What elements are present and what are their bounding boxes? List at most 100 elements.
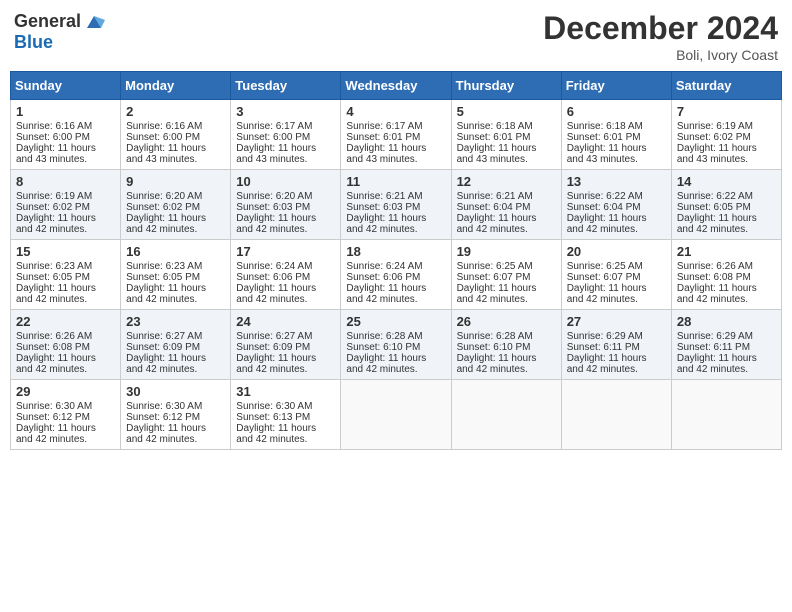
calendar-cell: 16Sunrise: 6:23 AMSunset: 6:05 PMDayligh… — [121, 240, 231, 310]
sunrise-text: Sunrise: 6:21 AM — [457, 191, 533, 202]
sunset-text: Sunset: 6:12 PM — [16, 412, 90, 423]
weekday-header: Saturday — [671, 72, 781, 100]
month-title: December 2024 — [543, 10, 778, 47]
calendar-cell: 27Sunrise: 6:29 AMSunset: 6:11 PMDayligh… — [561, 310, 671, 380]
calendar-cell: 10Sunrise: 6:20 AMSunset: 6:03 PMDayligh… — [231, 170, 341, 240]
daylight-text: Daylight: 11 hours and 42 minutes. — [346, 353, 426, 375]
daylight-text: Daylight: 11 hours and 42 minutes. — [677, 353, 757, 375]
day-number: 29 — [16, 384, 115, 399]
calendar-cell: 24Sunrise: 6:27 AMSunset: 6:09 PMDayligh… — [231, 310, 341, 380]
sunset-text: Sunset: 6:03 PM — [236, 202, 310, 213]
sunrise-text: Sunrise: 6:17 AM — [346, 121, 422, 132]
calendar-cell: 4Sunrise: 6:17 AMSunset: 6:01 PMDaylight… — [341, 100, 451, 170]
calendar-cell: 29Sunrise: 6:30 AMSunset: 6:12 PMDayligh… — [11, 380, 121, 450]
daylight-text: Daylight: 11 hours and 42 minutes. — [457, 353, 537, 375]
sunset-text: Sunset: 6:05 PM — [126, 272, 200, 283]
sunset-text: Sunset: 6:00 PM — [236, 132, 310, 143]
sunset-text: Sunset: 6:03 PM — [346, 202, 420, 213]
calendar-cell: 9Sunrise: 6:20 AMSunset: 6:02 PMDaylight… — [121, 170, 231, 240]
daylight-text: Daylight: 11 hours and 42 minutes. — [16, 423, 96, 445]
day-number: 13 — [567, 174, 666, 189]
day-number: 18 — [346, 244, 445, 259]
sunset-text: Sunset: 6:00 PM — [126, 132, 200, 143]
sunrise-text: Sunrise: 6:25 AM — [457, 261, 533, 272]
day-number: 30 — [126, 384, 225, 399]
calendar-cell: 3Sunrise: 6:17 AMSunset: 6:00 PMDaylight… — [231, 100, 341, 170]
day-number: 1 — [16, 104, 115, 119]
sunset-text: Sunset: 6:08 PM — [16, 342, 90, 353]
calendar-cell: 12Sunrise: 6:21 AMSunset: 6:04 PMDayligh… — [451, 170, 561, 240]
sunset-text: Sunset: 6:08 PM — [677, 272, 751, 283]
calendar-week-row: 15Sunrise: 6:23 AMSunset: 6:05 PMDayligh… — [11, 240, 782, 310]
day-number: 26 — [457, 314, 556, 329]
sunrise-text: Sunrise: 6:27 AM — [236, 331, 312, 342]
daylight-text: Daylight: 11 hours and 43 minutes. — [457, 143, 537, 165]
daylight-text: Daylight: 11 hours and 42 minutes. — [16, 283, 96, 305]
sunset-text: Sunset: 6:04 PM — [457, 202, 531, 213]
daylight-text: Daylight: 11 hours and 42 minutes. — [236, 213, 316, 235]
sunset-text: Sunset: 6:04 PM — [567, 202, 641, 213]
day-number: 8 — [16, 174, 115, 189]
sunrise-text: Sunrise: 6:29 AM — [567, 331, 643, 342]
sunrise-text: Sunrise: 6:30 AM — [126, 401, 202, 412]
sunset-text: Sunset: 6:02 PM — [126, 202, 200, 213]
calendar-cell: 18Sunrise: 6:24 AMSunset: 6:06 PMDayligh… — [341, 240, 451, 310]
daylight-text: Daylight: 11 hours and 42 minutes. — [16, 353, 96, 375]
daylight-text: Daylight: 11 hours and 42 minutes. — [677, 213, 757, 235]
calendar-cell: 21Sunrise: 6:26 AMSunset: 6:08 PMDayligh… — [671, 240, 781, 310]
calendar-cell — [451, 380, 561, 450]
weekday-header: Thursday — [451, 72, 561, 100]
calendar-cell: 19Sunrise: 6:25 AMSunset: 6:07 PMDayligh… — [451, 240, 561, 310]
calendar-cell: 20Sunrise: 6:25 AMSunset: 6:07 PMDayligh… — [561, 240, 671, 310]
sunrise-text: Sunrise: 6:23 AM — [16, 261, 92, 272]
daylight-text: Daylight: 11 hours and 42 minutes. — [677, 283, 757, 305]
daylight-text: Daylight: 11 hours and 42 minutes. — [126, 353, 206, 375]
sunset-text: Sunset: 6:02 PM — [16, 202, 90, 213]
sunset-text: Sunset: 6:10 PM — [457, 342, 531, 353]
calendar-cell: 11Sunrise: 6:21 AMSunset: 6:03 PMDayligh… — [341, 170, 451, 240]
page-header: General Blue December 2024 Boli, Ivory C… — [10, 10, 782, 63]
sunrise-text: Sunrise: 6:19 AM — [677, 121, 753, 132]
sunset-text: Sunset: 6:07 PM — [567, 272, 641, 283]
calendar-cell: 22Sunrise: 6:26 AMSunset: 6:08 PMDayligh… — [11, 310, 121, 380]
calendar-cell: 28Sunrise: 6:29 AMSunset: 6:11 PMDayligh… — [671, 310, 781, 380]
weekday-row: SundayMondayTuesdayWednesdayThursdayFrid… — [11, 72, 782, 100]
daylight-text: Daylight: 11 hours and 43 minutes. — [126, 143, 206, 165]
sunset-text: Sunset: 6:05 PM — [677, 202, 751, 213]
sunrise-text: Sunrise: 6:28 AM — [346, 331, 422, 342]
logo-general-text: General — [14, 11, 81, 32]
day-number: 12 — [457, 174, 556, 189]
daylight-text: Daylight: 11 hours and 42 minutes. — [126, 423, 206, 445]
day-number: 3 — [236, 104, 335, 119]
sunrise-text: Sunrise: 6:22 AM — [677, 191, 753, 202]
sunset-text: Sunset: 6:12 PM — [126, 412, 200, 423]
logo-icon — [83, 10, 105, 32]
sunrise-text: Sunrise: 6:30 AM — [236, 401, 312, 412]
day-number: 10 — [236, 174, 335, 189]
sunrise-text: Sunrise: 6:19 AM — [16, 191, 92, 202]
sunrise-text: Sunrise: 6:18 AM — [457, 121, 533, 132]
calendar-cell: 30 Sunrise: 6:30 AMSunset: 6:12 PMDayligh… — [121, 380, 231, 450]
day-number: 27 — [567, 314, 666, 329]
daylight-text: Daylight: 11 hours and 43 minutes. — [236, 143, 316, 165]
sunset-text: Sunset: 6:13 PM — [236, 412, 310, 423]
calendar-cell — [561, 380, 671, 450]
day-number: 11 — [346, 174, 445, 189]
calendar-cell — [671, 380, 781, 450]
sunset-text: Sunset: 6:01 PM — [457, 132, 531, 143]
calendar-cell — [341, 380, 451, 450]
sunset-text: Sunset: 6:09 PM — [126, 342, 200, 353]
weekday-header: Tuesday — [231, 72, 341, 100]
sunrise-text: Sunrise: 6:29 AM — [677, 331, 753, 342]
sunset-text: Sunset: 6:07 PM — [457, 272, 531, 283]
calendar-cell: 8Sunrise: 6:19 AMSunset: 6:02 PMDaylight… — [11, 170, 121, 240]
calendar-cell: 17Sunrise: 6:24 AMSunset: 6:06 PMDayligh… — [231, 240, 341, 310]
sunrise-text: Sunrise: 6:26 AM — [677, 261, 753, 272]
weekday-header: Wednesday — [341, 72, 451, 100]
calendar-week-row: 1Sunrise: 6:16 AMSunset: 6:00 PMDaylight… — [11, 100, 782, 170]
day-number: 15 — [16, 244, 115, 259]
calendar-cell: 7Sunrise: 6:19 AMSunset: 6:02 PMDaylight… — [671, 100, 781, 170]
day-number: 6 — [567, 104, 666, 119]
sunrise-text: Sunrise: 6:24 AM — [236, 261, 312, 272]
sunrise-text: Sunrise: 6:23 AM — [126, 261, 202, 272]
